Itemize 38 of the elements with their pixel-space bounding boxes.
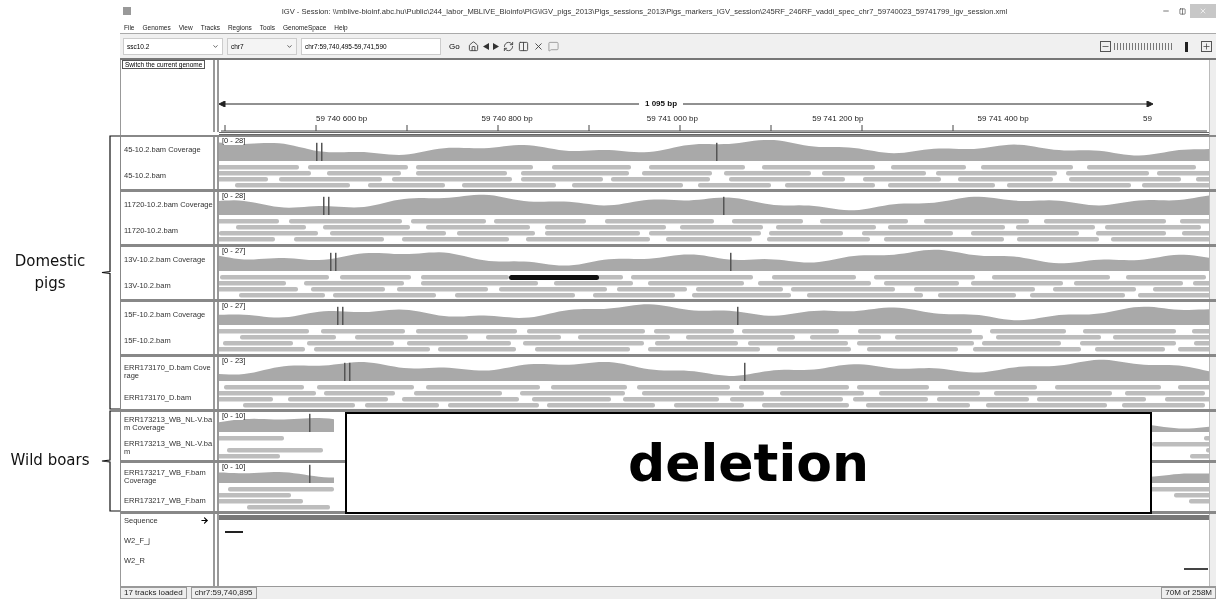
scroll-bar[interactable] [1209, 192, 1216, 244]
chevron-down-icon [212, 42, 219, 50]
strand-arrow-icon[interactable] [200, 516, 209, 525]
forward-icon[interactable] [492, 42, 499, 50]
zoom-thumb[interactable] [1184, 41, 1188, 52]
scroll-bar[interactable] [1209, 247, 1216, 299]
tick-label: 59 741 200 bp [812, 114, 864, 123]
restore-icon [1178, 7, 1186, 15]
tick-label: 59 741 000 bp [646, 114, 698, 123]
tick-label: 59 740 800 bp [481, 114, 533, 123]
refresh-icon[interactable] [502, 40, 514, 52]
tick-label: 59 741 400 bp [977, 114, 1029, 123]
close-icon [1199, 7, 1207, 15]
zoom-out-button[interactable] [1100, 40, 1111, 52]
status-text: chr7:59,740,895 [190, 587, 257, 599]
span-label: 1 095 bp [645, 99, 677, 108]
scroll-bar[interactable] [1209, 302, 1216, 354]
tick-label: 59 740 600 bp [316, 114, 368, 123]
group-annotation: Domestic pigs [13, 250, 87, 294]
app-icon [123, 7, 131, 15]
scroll-bar[interactable] [1209, 463, 1216, 511]
tick-label: 59 [1142, 114, 1152, 123]
scroll-bar[interactable] [1209, 412, 1216, 460]
status-text: 17 tracks loaded [120, 587, 187, 599]
scroll-bar[interactable] [1209, 357, 1216, 409]
panel-icon[interactable] [517, 40, 529, 52]
home-icon[interactable] [467, 40, 479, 52]
scroll-bar[interactable] [1209, 514, 1216, 586]
group-annotation: Wild boars [9, 450, 91, 472]
minimize-icon [1162, 7, 1170, 15]
scroll-bar[interactable] [1209, 137, 1216, 189]
status-text: 70M of 258M [1161, 587, 1216, 599]
zoom-in-button[interactable] [1201, 40, 1212, 52]
callout-label: deletion [628, 433, 869, 493]
scroll-bar[interactable] [1209, 60, 1216, 135]
close-icon[interactable] [532, 40, 544, 52]
chevron-down-icon [286, 42, 293, 50]
back-icon[interactable] [482, 42, 489, 50]
